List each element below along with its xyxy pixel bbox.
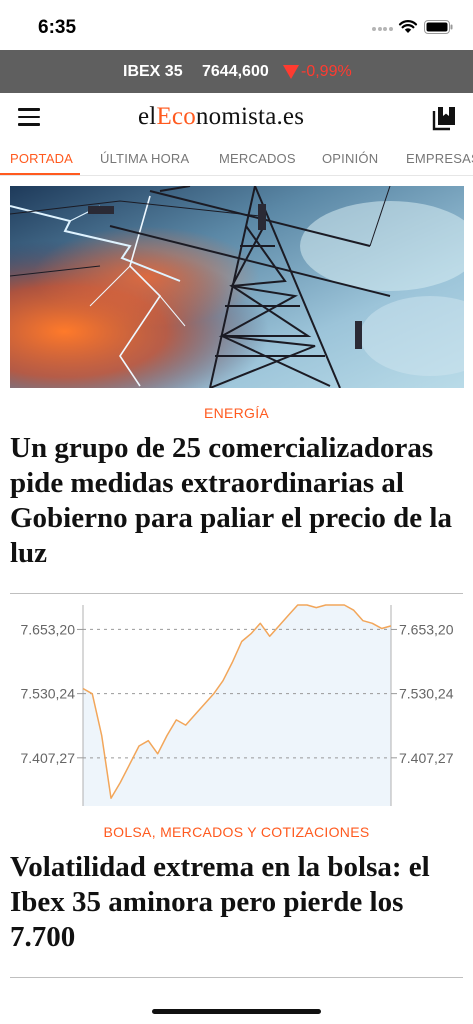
ticker-change: -0,99%	[301, 63, 352, 80]
article-image-pylon[interactable]	[10, 186, 464, 388]
tab-mercados[interactable]: MERCADOS	[219, 151, 296, 166]
battery-icon	[424, 20, 453, 34]
hamburger-menu-icon[interactable]	[18, 108, 40, 126]
article-headline-energia[interactable]: Un grupo de 25 comercializadoras pide me…	[10, 431, 465, 571]
chart-ytick-label-left: 7.530,24	[21, 686, 76, 702]
logo-accent: Eco	[156, 103, 196, 130]
home-indicator	[152, 1009, 321, 1014]
active-tab-indicator	[0, 173, 80, 175]
bookmarks-icon[interactable]	[431, 105, 457, 131]
tab-portada[interactable]: PORTADA	[10, 151, 73, 166]
ticker-index-name: IBEX 35	[123, 63, 183, 80]
chart-ytick-label-left: 7.653,20	[21, 621, 76, 637]
chart-ytick-label-left: 7.407,27	[21, 750, 76, 766]
article-headline-bolsa[interactable]: Volatilidad extrema en la bolsa: el Ibex…	[10, 850, 465, 955]
wifi-icon	[398, 20, 418, 33]
logo-prefix: el	[138, 103, 157, 130]
ibex-intraday-chart[interactable]: 7.653,20 7.653,20 7.530,24 7.530,24 7.407,27…	[0, 600, 473, 808]
site-logo[interactable]: elEconomista.es	[138, 103, 304, 131]
chart-ytick-label-right: 7.653,20	[399, 621, 454, 637]
article-divider	[10, 593, 463, 594]
section-tabs: PORTADA ÚLTIMA HORA MERCADOS OPINIÓN EMP…	[0, 143, 473, 176]
down-arrow-icon	[283, 65, 299, 79]
app-header: elEconomista.es	[0, 93, 473, 143]
status-time: 6:35	[38, 17, 77, 38]
article-divider	[10, 977, 463, 978]
signal-icon	[372, 27, 394, 32]
chart-area-fill	[83, 605, 391, 806]
article-section-bolsa[interactable]: BOLSA, MERCADOS Y COTIZACIONES	[0, 824, 473, 840]
ticker-value: 7644,600	[202, 63, 269, 80]
tab-empresas[interactable]: EMPRESAS	[406, 151, 473, 166]
market-ticker[interactable]: IBEX 35 7644,600 -0,99%	[0, 50, 473, 93]
status-bar: 6:35	[0, 0, 473, 50]
tab-opinion[interactable]: OPINIÓN	[322, 151, 378, 166]
article-section-energia[interactable]: ENERGÍA	[0, 405, 473, 421]
chart-ytick-label-right: 7.407,27	[399, 750, 454, 766]
tab-ultima-hora[interactable]: ÚLTIMA HORA	[100, 151, 189, 166]
chart-ytick-label-right: 7.530,24	[399, 686, 454, 702]
logo-suffix: nomista.es	[195, 103, 305, 130]
